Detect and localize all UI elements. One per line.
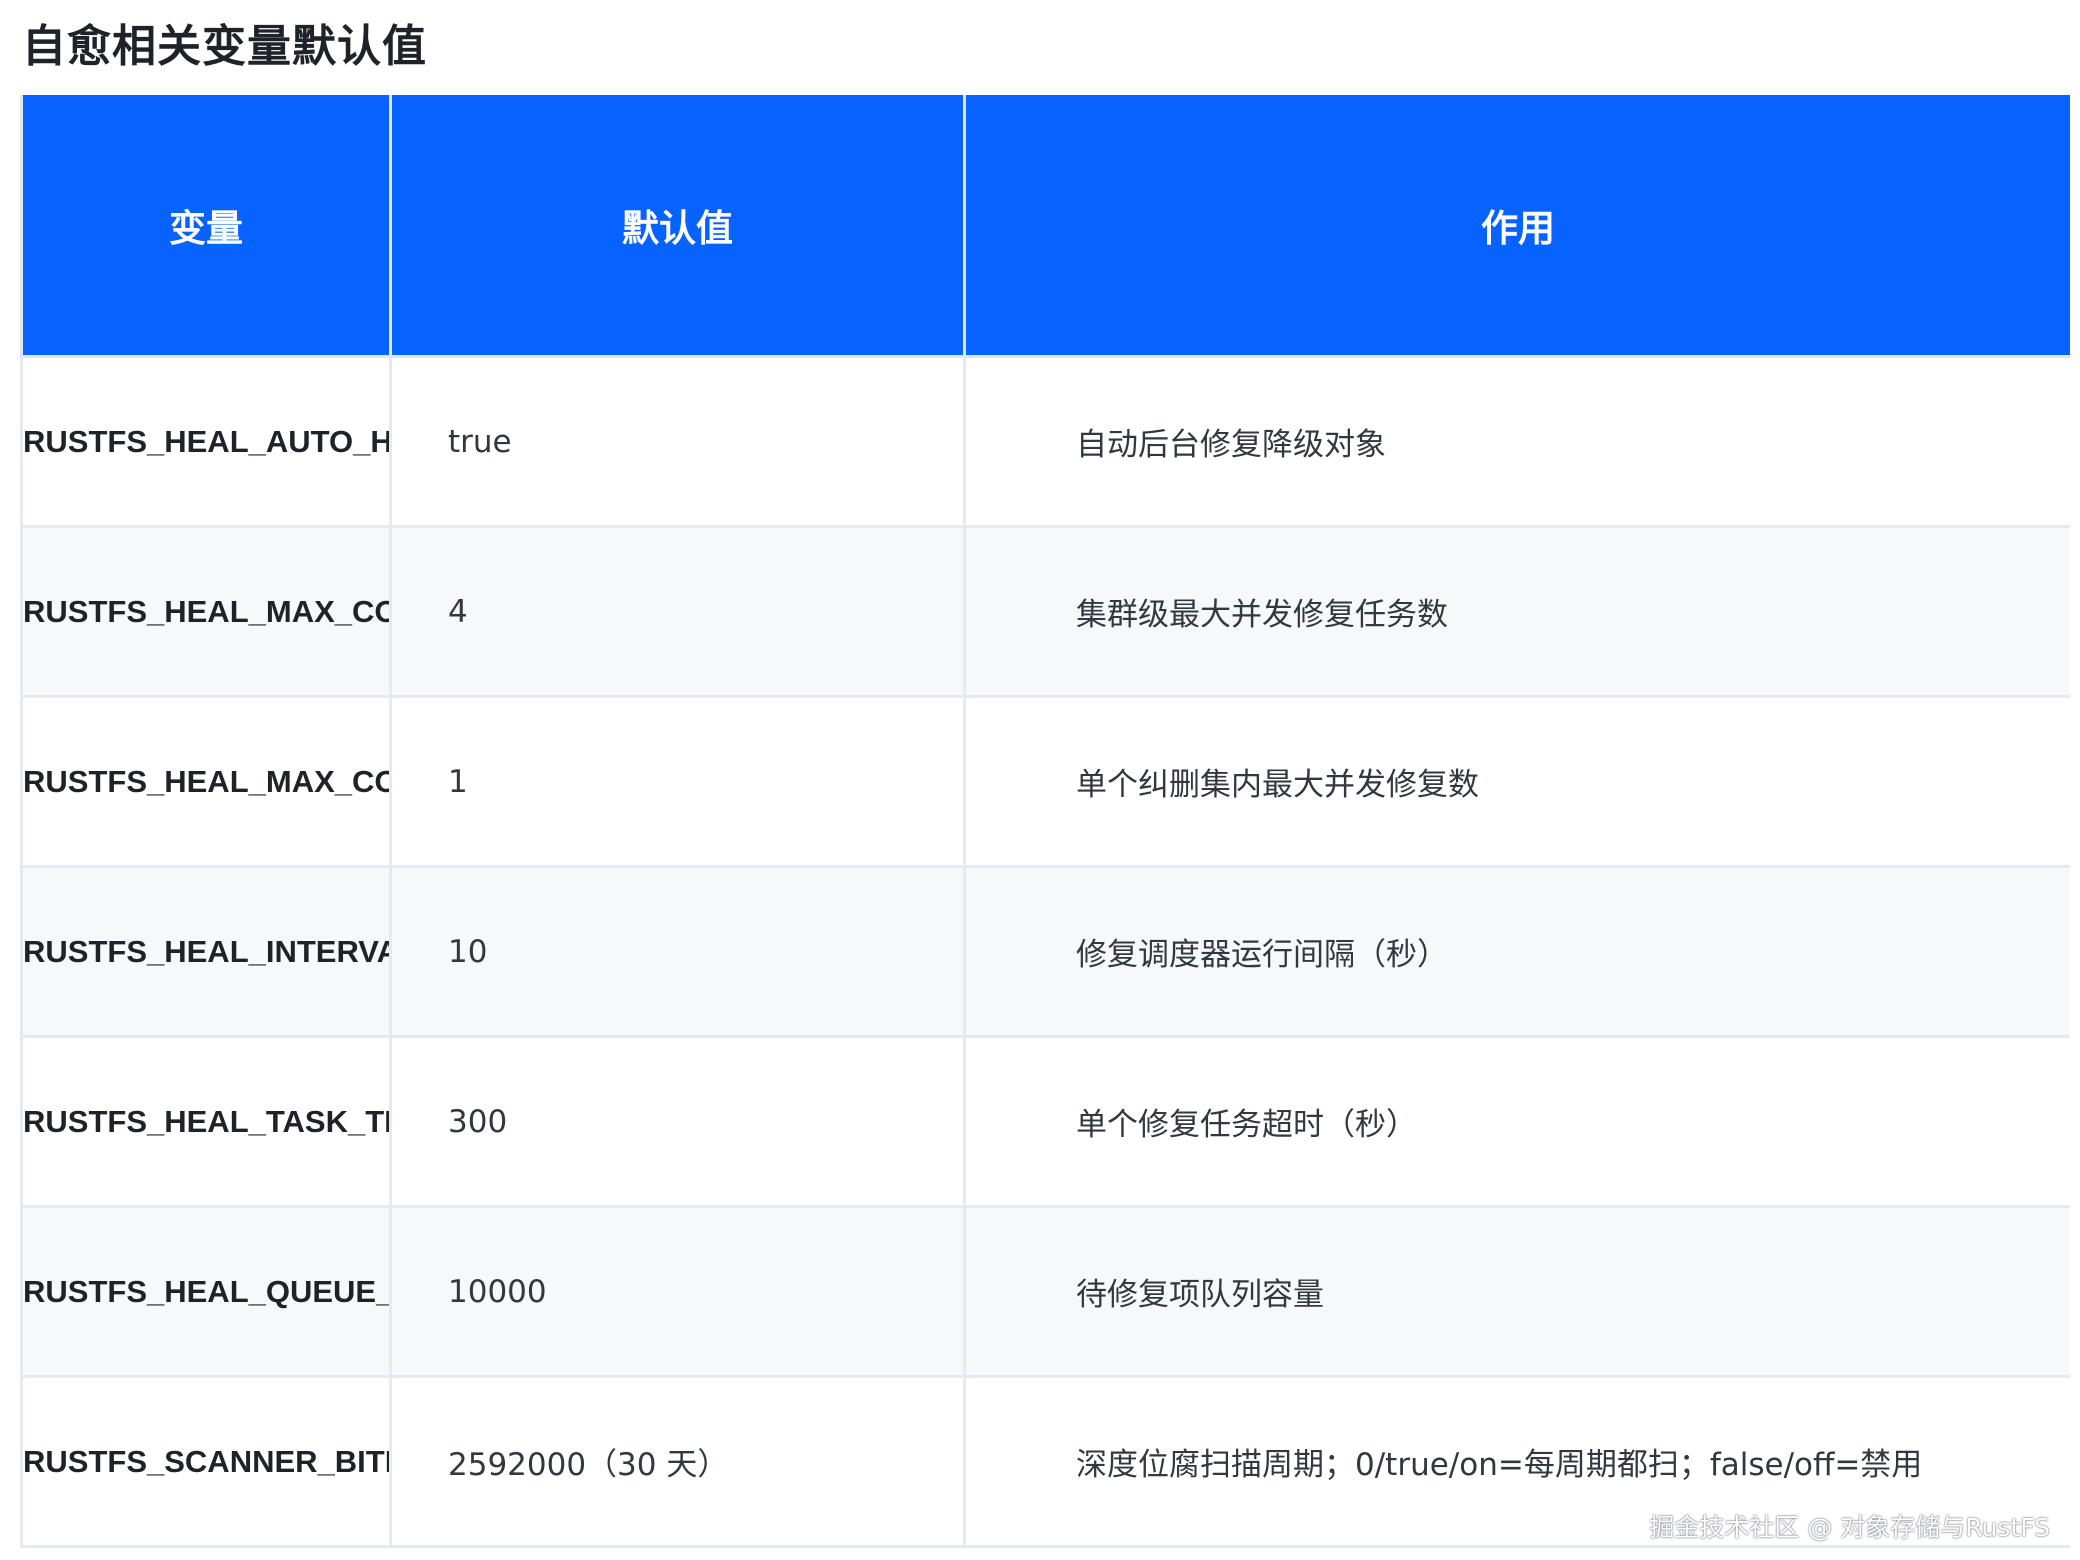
column-header-purpose: 作用	[963, 95, 2070, 358]
heal-variables-table-wrapper: 变量 默认值 作用 RUSTFS_HEAL_AUTO_HEAL_ENABLE t…	[20, 95, 2070, 1550]
column-header-default: 默认值	[389, 95, 966, 358]
table-row: RUSTFS_HEAL_TASK_TIMEOUT_SECS 300 单个修复任务…	[20, 1035, 2070, 1208]
watermark: 掘金技术社区 @ 对象存储与RustFS	[1649, 1513, 2050, 1542]
variable-name: RUSTFS_HEAL_QUEUE_SIZE	[23, 1273, 388, 1309]
variable-cell: RUSTFS_HEAL_MAX_CONCURRENT_DISK	[20, 695, 392, 868]
purpose-cell: 单个纠删集内最大并发修复数	[963, 695, 2070, 868]
default-value-cell: 2592000（30 天）	[389, 1375, 966, 1548]
variable-cell: RUSTFS_HEAL_MAX_CONCURRENT_HEALS	[20, 525, 392, 698]
variable-name: RUSTFS_HEAL_AUTO_HEAL_ENABLE	[23, 423, 388, 459]
table-header-row: 变量 默认值 作用	[20, 95, 2070, 358]
default-value-cell: 4	[389, 525, 966, 698]
variable-cell: RUSTFS_HEAL_INTERVAL_SECS	[20, 865, 392, 1038]
purpose-cell: 集群级最大并发修复任务数	[963, 525, 2070, 698]
purpose-cell: 自动后台修复降级对象	[963, 355, 2070, 528]
default-value-cell: 10	[389, 865, 966, 1038]
variable-name: RUSTFS_HEAL_MAX_CONCURRENT_HEALS	[23, 593, 388, 629]
default-value-cell: 10000	[389, 1205, 966, 1378]
variable-cell: RUSTFS_HEAL_TASK_TIMEOUT_SECS	[20, 1035, 392, 1208]
variable-name: RUSTFS_HEAL_TASK_TIMEOUT_SECS	[23, 1103, 391, 1139]
table-row: RUSTFS_HEAL_MAX_CONCURRENT_HEALS 4 集群级最大…	[20, 525, 2070, 698]
default-value-cell: 300	[389, 1035, 966, 1208]
purpose-cell: 修复调度器运行间隔（秒）	[963, 865, 2070, 1038]
default-value-cell: 1	[389, 695, 966, 868]
variable-name: RUSTFS_SCANNER_BITROT_CYCLE	[23, 1443, 388, 1479]
variable-cell: RUSTFS_SCANNER_BITROT_CYCLE	[20, 1375, 392, 1548]
variable-cell: RUSTFS_HEAL_AUTO_HEAL_ENABLE	[20, 355, 392, 528]
variable-cell: RUSTFS_HEAL_QUEUE_SIZE	[20, 1205, 392, 1378]
variable-name: RUSTFS_HEAL_INTERVAL_SECS	[23, 933, 388, 969]
purpose-cell: 待修复项队列容量	[963, 1205, 2070, 1378]
page-title: 自愈相关变量默认值	[22, 21, 427, 72]
table-row: RUSTFS_HEAL_QUEUE_SIZE 10000 待修复项队列容量	[20, 1205, 2070, 1378]
heal-variables-table: 变量 默认值 作用 RUSTFS_HEAL_AUTO_HEAL_ENABLE t…	[20, 95, 2070, 1548]
table-row: RUSTFS_HEAL_MAX_CONCURRENT_DISK 1 单个纠删集内…	[20, 695, 2070, 868]
column-header-variable: 变量	[20, 95, 392, 358]
variable-name: RUSTFS_HEAL_MAX_CONCURRENT_DISK	[23, 763, 388, 799]
table-row: RUSTFS_HEAL_INTERVAL_SECS 10 修复调度器运行间隔（秒…	[20, 865, 2070, 1038]
table-row: RUSTFS_HEAL_AUTO_HEAL_ENABLE true 自动后台修复…	[20, 355, 2070, 528]
purpose-cell: 单个修复任务超时（秒）	[963, 1035, 2070, 1208]
default-value-cell: true	[389, 355, 966, 528]
